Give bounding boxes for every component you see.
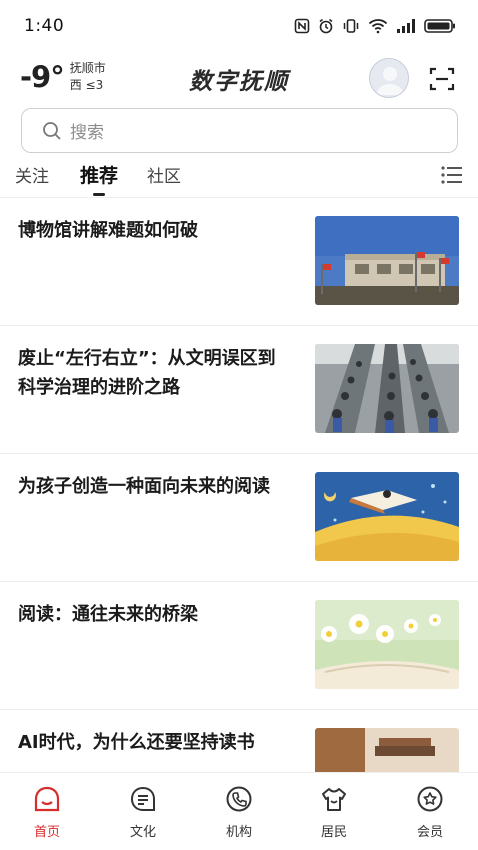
alarm-icon [319, 18, 333, 34]
tab-active-indicator [93, 193, 105, 196]
article-thumbnail [315, 728, 459, 772]
nav-culture[interactable]: 文化 [113, 785, 173, 840]
tab-follow[interactable]: 关注 [15, 162, 49, 187]
nav-home[interactable]: 首页 [17, 785, 77, 840]
shirt-icon [322, 788, 346, 811]
scan-icon[interactable] [428, 65, 456, 93]
article-thumbnail [315, 344, 459, 433]
article-title: 为孩子创造一种面向未来的阅读 [18, 476, 270, 497]
city-name: 抚顺市 [69, 61, 106, 75]
search-bar[interactable]: 搜索 [21, 108, 458, 153]
nav-label: 会员 [416, 825, 443, 840]
wifi-icon [368, 19, 388, 34]
article-thumbnail [315, 472, 459, 561]
nav-label: 首页 [33, 825, 60, 840]
bottom-nav: 首页 文化 机构 居民 会员 [0, 772, 478, 850]
news-feed: 博物馆讲解难题如何破 废止“左行右立”：从文明误区到科学治理的进阶之路 为孩子创… [0, 198, 478, 772]
status-icons [294, 18, 456, 34]
nav-label: 居民 [320, 825, 347, 840]
status-bar: 1:40 [0, 0, 478, 52]
wind-info: 西 ≤3 [69, 78, 104, 92]
battery-icon [424, 19, 455, 33]
article-title: 博物馆讲解难题如何破 [18, 220, 198, 241]
star-badge-icon [417, 786, 443, 812]
phone-icon [226, 786, 252, 812]
article-thumbnail [315, 600, 459, 689]
user-avatar-icon[interactable] [369, 58, 409, 98]
article-item[interactable]: AI时代，为什么还要坚持读书 [0, 710, 478, 772]
article-thumbnail [315, 216, 459, 305]
nav-member[interactable]: 会员 [400, 785, 460, 840]
article-item[interactable]: 废止“左行右立”：从文明误区到科学治理的进阶之路 [0, 326, 478, 454]
status-time: 1:40 [24, 16, 65, 36]
signal-icon [397, 19, 415, 33]
home-icon [34, 786, 60, 812]
nav-residents[interactable]: 居民 [304, 785, 364, 840]
weather-info: 抚顺市 西 ≤3 [70, 60, 106, 94]
tab-recommend[interactable]: 推荐 [80, 161, 118, 188]
article-title: AI时代，为什么还要坚持读书 [18, 732, 255, 753]
article-title: 废止“左行右立”：从文明误区到科学治理的进阶之路 [18, 348, 276, 398]
nav-institution[interactable]: 机构 [209, 785, 269, 840]
search-icon [43, 121, 61, 140]
weather-widget[interactable]: -9° 抚顺市 西 ≤3 [20, 60, 106, 94]
culture-icon [130, 786, 155, 811]
nav-label: 文化 [129, 825, 156, 840]
article-item[interactable]: 为孩子创造一种面向未来的阅读 [0, 454, 478, 582]
nav-label: 机构 [225, 825, 252, 840]
article-title: 阅读：通往未来的桥梁 [18, 604, 198, 625]
list-menu-icon[interactable] [440, 165, 464, 185]
nfc-icon [294, 18, 310, 34]
vibrate-icon [343, 19, 359, 33]
category-tabs: 关注 推荐 社区 [0, 156, 478, 198]
app-header: -9° 抚顺市 西 ≤3 数字抚顺 [0, 52, 478, 102]
tab-community[interactable]: 社区 [147, 162, 181, 187]
article-item[interactable]: 阅读：通往未来的桥梁 [0, 582, 478, 710]
temperature: -9° [20, 60, 65, 94]
article-item[interactable]: 博物馆讲解难题如何破 [0, 198, 478, 326]
search-placeholder: 搜索 [70, 123, 104, 143]
